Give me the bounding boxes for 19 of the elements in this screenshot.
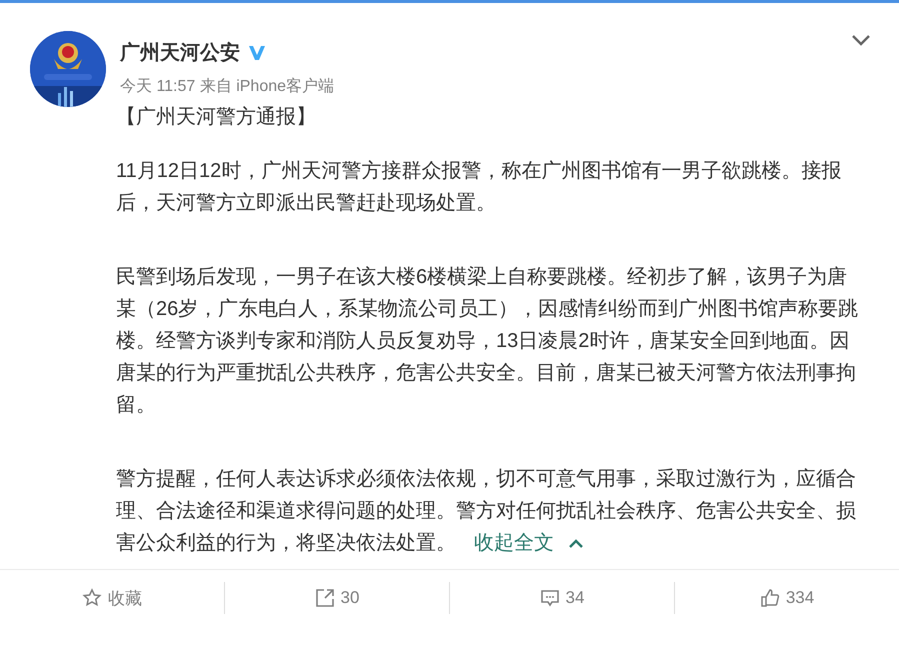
post-paragraph: 民警到场后发现，一男子在该大楼6楼横梁上自称要跳楼。经初步了解，该男子为唐某（26岁，广东电白人，系某物流公司员工），因感情纠纷而到广州图书馆声称要跳楼。经警方谈判专家和消防人员反复劝导，13日凌晨2时许，唐某安全回到地面。因唐某的行为严重扰乱公共秩序，危害公共安全。目前，唐某已被天河警方依法刑事拘留。: [116, 265, 860, 418]
account-name[interactable]: 广州天河公安: [120, 39, 240, 66]
comment-icon: [540, 588, 560, 608]
post-time: 今天 11:57: [120, 78, 196, 95]
share-icon: [314, 588, 335, 608]
post-paragraph: 【广州天河警方通报】: [116, 105, 317, 130]
favorite-button[interactable]: 收藏: [0, 580, 224, 616]
star-icon: [82, 588, 102, 608]
post-paragraph: 警方提醒，任何人表达诉求必须依法依规，切不可意气用事，采取过激行为，应循合理、合法途径和渠道求得问题的处理。警方对任何扰乱社会秩序、危害公共安全、损害公众利益的行为，将坚决依法处置。 收起全文: [116, 467, 857, 556]
thumbs-up-icon: [760, 588, 780, 608]
comment-button[interactable]: 34: [450, 582, 674, 614]
chevron-down-icon[interactable]: [851, 33, 871, 47]
verified-icon: [248, 44, 266, 60]
like-button[interactable]: 334: [675, 582, 899, 614]
post-source: 来自 iPhone客户端: [200, 78, 334, 95]
collapse-link[interactable]: 收起全文: [474, 532, 554, 554]
caret-icon[interactable]: [568, 538, 584, 549]
repost-button[interactable]: 30: [225, 582, 449, 614]
post-paragraph: 11月12日12时，广州天河警方接群众报警，称在广州图书馆有一男子欲跳楼。接报后，天河警方立即派出民警赶赴现场处置。: [116, 159, 842, 216]
